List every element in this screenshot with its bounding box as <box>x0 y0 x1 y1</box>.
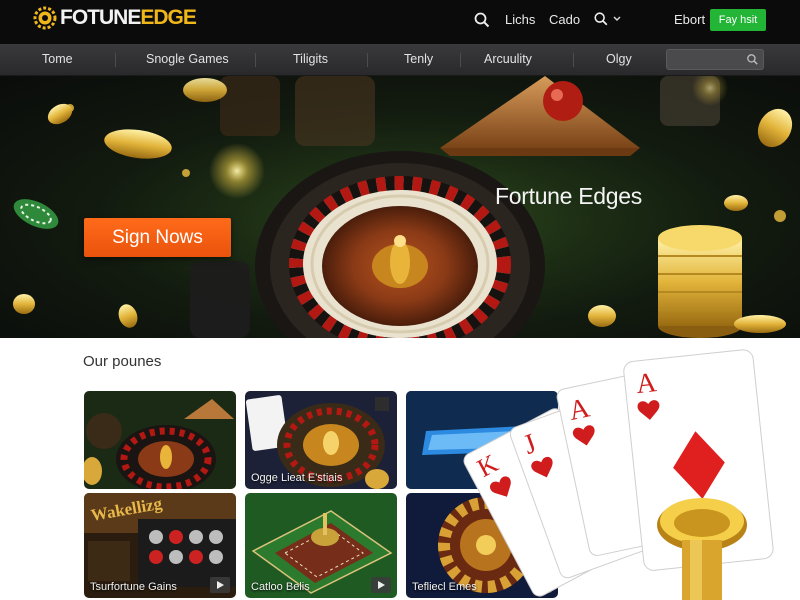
play-arrow-button[interactable] <box>371 577 391 593</box>
nav-item-single-games[interactable]: Snogle Games <box>146 52 229 66</box>
games-section-title: Our pounes <box>83 353 162 370</box>
search-icon <box>594 12 608 26</box>
nav-divider <box>573 53 574 67</box>
nav-divider <box>460 53 461 67</box>
nav-search-box[interactable] <box>666 49 764 70</box>
sign-up-button[interactable]: Sign Nows <box>84 218 231 257</box>
game-card-title: Tsurfortune Gains <box>90 581 177 593</box>
nav-item-tenly[interactable]: Tenly <box>404 52 433 66</box>
game-card[interactable]: Catloo Belis <box>245 493 397 598</box>
search-dropdown[interactable] <box>593 11 621 27</box>
play-arrow-icon <box>217 581 224 589</box>
game-card[interactable]: Ogge Lieat E'stiais <box>245 391 397 489</box>
header-link-cado[interactable]: Cado <box>549 12 580 27</box>
coin-stack <box>658 225 786 338</box>
game-card-title: Catloo Belis <box>251 581 310 593</box>
top-bar: FOTUNEEDGE Lichs Cado Ebort Fay hsit <box>0 0 800 44</box>
roulette-thumbnail-image <box>84 391 236 489</box>
search-icon[interactable] <box>473 11 491 29</box>
roulette-scene-image <box>13 76 793 338</box>
nav-item-tiligits[interactable]: Tiligits <box>293 52 328 66</box>
game-card[interactable] <box>84 391 236 489</box>
play-arrow-button[interactable] <box>210 577 230 593</box>
nav-search-input[interactable] <box>671 52 741 67</box>
svg-text:A: A <box>635 367 659 400</box>
nav-divider <box>115 53 116 67</box>
gear-logo-icon <box>33 6 57 30</box>
hero-title: Fortune Edges <box>495 183 642 209</box>
playing-cards-image: K J A A <box>463 349 774 600</box>
header-link-lichs[interactable]: Lichs <box>505 12 535 27</box>
main-nav: Tome Snogle Games Tiligits Tenly Arcuuli… <box>0 44 800 76</box>
chevron-down-icon <box>613 16 621 21</box>
brand-logo[interactable]: FOTUNEEDGE <box>32 5 197 31</box>
nav-item-olgy[interactable]: Olgy <box>606 52 632 66</box>
game-card[interactable]: Wakellizg Tsurfortune Gains <box>84 493 236 598</box>
hero-banner: Fortune Edges Sign Nows <box>0 76 800 338</box>
game-card-title: Ogge Lieat E'stiais <box>251 472 343 484</box>
nav-divider <box>255 53 256 67</box>
nav-item-arcuulity[interactable]: Arcuulity <box>484 52 532 66</box>
header-link-account[interactable]: Ebort <box>674 12 705 27</box>
brand-name: FOTUNEEDGE <box>60 6 197 29</box>
nav-divider <box>367 53 368 67</box>
play-now-button[interactable]: Fay hsit <box>710 9 766 31</box>
nav-item-home[interactable]: Tome <box>42 52 73 66</box>
play-arrow-icon <box>378 581 385 589</box>
search-icon[interactable] <box>746 53 759 66</box>
